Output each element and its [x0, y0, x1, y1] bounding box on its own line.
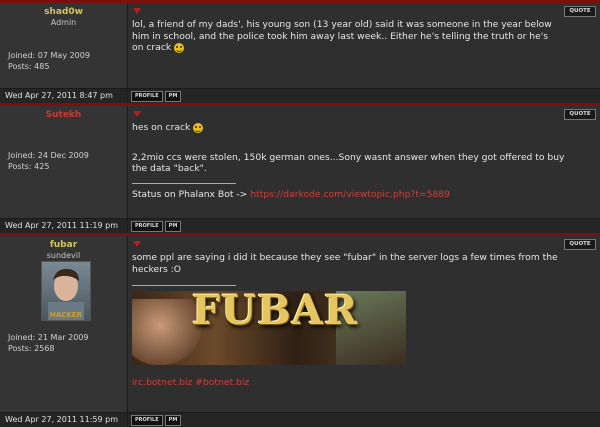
post-3: fubar sundevil HACKER Joined: 21 Mar 200… — [0, 236, 600, 412]
author-rank: sundevil — [46, 251, 81, 260]
topic-view: shad0w Admin Joined: 07 May 2009 Posts: … — [0, 0, 600, 427]
joined-date: Joined: 21 Mar 2009 — [8, 333, 89, 342]
wink-smiley-icon — [193, 122, 204, 133]
author-stats: Joined: 07 May 2009 Posts: 485 — [8, 50, 90, 72]
pm-button[interactable]: PM — [164, 90, 182, 102]
signature-link[interactable]: irc.botnet.biz #botnet.biz — [132, 377, 249, 388]
profile-button[interactable]: PROFILE — [131, 414, 163, 426]
smiley-icon — [174, 42, 185, 53]
author-name[interactable]: Sutekh — [0, 110, 127, 120]
signature-separator — [132, 182, 236, 184]
profile-button[interactable]: PROFILE — [131, 90, 163, 102]
post-arrow-icon[interactable] — [133, 241, 141, 247]
pm-button[interactable]: PM — [164, 220, 182, 232]
avatar: HACKER — [41, 261, 91, 321]
author-name[interactable]: shad0w — [0, 7, 127, 17]
joined-date: Joined: 24 Dec 2009 — [8, 151, 89, 160]
profile-button[interactable]: PROFILE — [131, 220, 163, 232]
post-2: Sutekh Joined: 24 Dec 2009 Posts: 425 QU… — [0, 106, 600, 218]
signature: Status on Phalanx Bot -> https://darkode… — [132, 188, 451, 200]
post-count: Posts: 425 — [8, 162, 50, 171]
post-text: hes on crack 2,2mio ccs were stolen, 150… — [132, 122, 572, 200]
quote-button[interactable]: QUOTE — [564, 239, 596, 250]
author-stats: Joined: 21 Mar 2009 Posts: 2568 — [8, 332, 89, 354]
author-rank: Admin — [50, 18, 77, 27]
pm-button[interactable]: PM — [164, 414, 182, 426]
post-arrow-icon[interactable] — [133, 8, 141, 14]
post-body: QUOTE some ppl are saying i did it becau… — [128, 236, 600, 412]
post-date: Wed Apr 27, 2011 8:47 pm — [0, 89, 128, 103]
post-body: QUOTE lol, a friend of my dads', his you… — [128, 3, 600, 88]
post-text: some ppl are saying i did it because the… — [132, 252, 558, 388]
post-footer: Wed Apr 27, 2011 11:19 pm PROFILE PM — [0, 218, 600, 233]
post-date: Wed Apr 27, 2011 11:19 pm — [0, 219, 128, 233]
post-text: lol, a friend of my dads', his young son… — [132, 19, 552, 53]
post-1: shad0w Admin Joined: 07 May 2009 Posts: … — [0, 3, 600, 88]
author-name[interactable]: fubar — [0, 240, 127, 250]
avatar-caption: HACKER — [49, 311, 82, 319]
author-stats: Joined: 24 Dec 2009 Posts: 425 — [8, 150, 89, 172]
author-panel: Sutekh Joined: 24 Dec 2009 Posts: 425 — [0, 106, 128, 218]
author-panel: fubar sundevil HACKER Joined: 21 Mar 200… — [0, 236, 128, 412]
joined-date: Joined: 07 May 2009 — [8, 51, 90, 60]
post-body: QUOTE hes on crack 2,2mio ccs were stole… — [128, 106, 600, 218]
banner-logo-text: FUBAR — [191, 291, 359, 334]
post-count: Posts: 2568 — [8, 344, 55, 353]
post-footer: Wed Apr 27, 2011 8:47 pm PROFILE PM — [0, 88, 600, 103]
quote-button[interactable]: QUOTE — [564, 109, 596, 120]
post-count: Posts: 485 — [8, 62, 50, 71]
signature-banner: FUBAR — [132, 291, 406, 365]
signature-separator — [132, 285, 236, 286]
quote-button[interactable]: QUOTE — [564, 6, 596, 17]
author-panel: shad0w Admin Joined: 07 May 2009 Posts: … — [0, 3, 128, 88]
post-arrow-icon[interactable] — [133, 111, 141, 117]
signature-link[interactable]: https://darkode.com/viewtopic.php?t=5889 — [250, 189, 450, 200]
